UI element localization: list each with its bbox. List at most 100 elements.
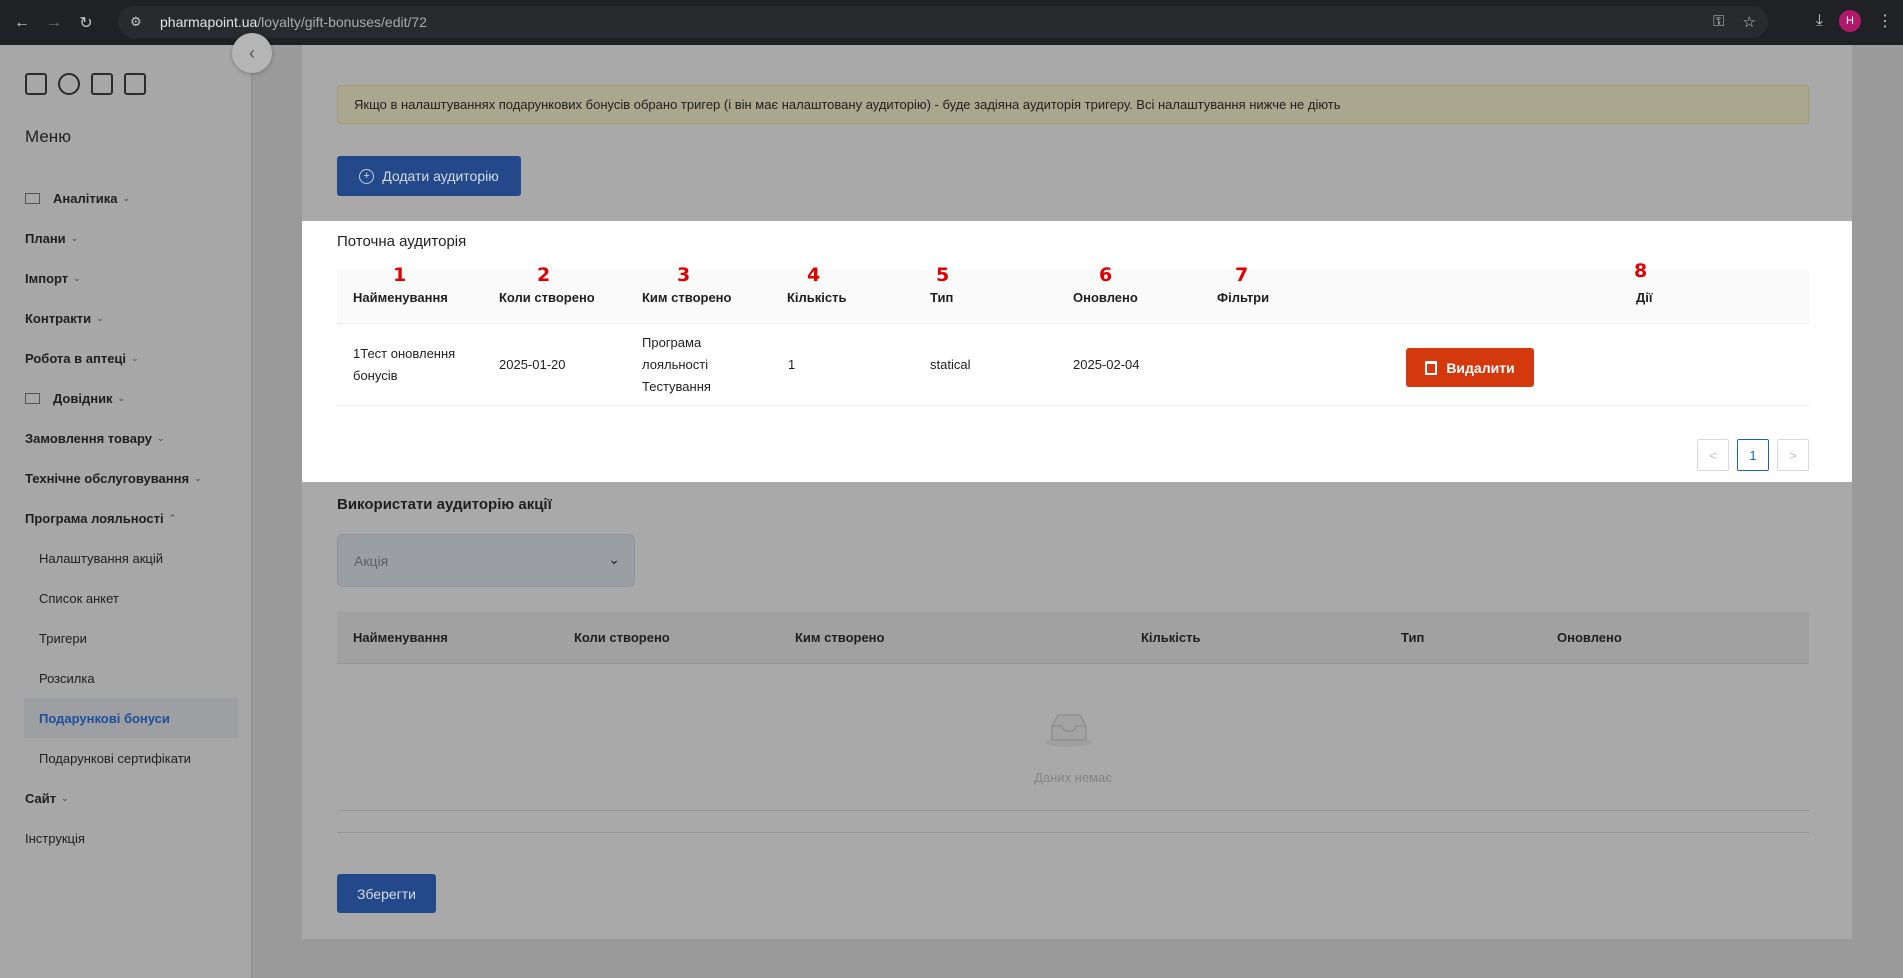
sidebar-item-site[interactable]: Сайт ⌄: [0, 778, 252, 818]
column-header: Коли створено: [574, 630, 670, 645]
sidebar-item-analytics[interactable]: Аналітика ⌄: [0, 178, 252, 218]
cell-text: Тестування: [642, 379, 711, 394]
cell-name: 1Тест оновлення бонусів: [353, 343, 455, 387]
chevron-down-icon: ⌄: [122, 192, 130, 203]
password-key-icon[interactable]: ⚿: [1713, 13, 1724, 31]
empty-inbox-icon: [1045, 714, 1093, 747]
forward-icon[interactable]: →: [44, 14, 64, 32]
promo-audience-table-header: Найменування Коли створено Ким створено …: [337, 611, 1809, 664]
column-number-marker: 4: [807, 264, 821, 286]
sidebar-item-label: Сайт: [25, 790, 57, 806]
pagination-prev-button[interactable]: <: [1697, 439, 1729, 471]
address-bar[interactable]: ⚙ pharmapoint.ua/loyalty/gift-bonuses/ed…: [118, 6, 1768, 38]
column-header-updated: 6 Оновлено: [1073, 264, 1138, 305]
browser-toolbar: ← → ↻ ⚙ pharmapoint.ua/loyalty/gift-bonu…: [0, 0, 1903, 45]
sidebar-item-orders[interactable]: Замовлення товару ⌄: [0, 418, 252, 458]
sidebar-item-label: Інструкція: [25, 830, 85, 846]
sidebar-item-label: Програма лояльності: [25, 510, 164, 526]
book-icon[interactable]: [124, 73, 146, 95]
column-header-label: Найменування: [353, 290, 448, 305]
promo-select[interactable]: Акція ⌄: [337, 534, 635, 587]
column-number-marker: 5: [936, 264, 950, 286]
cell-count: 1: [788, 357, 796, 372]
sidebar-quick-icons: [25, 73, 146, 95]
cell-creator: Програма лояльності Тестування: [642, 332, 711, 398]
chevron-down-icon: ⌄: [157, 432, 165, 443]
sidebar-item-label: Технічне обслуговування: [25, 470, 190, 486]
list-icon: [25, 392, 40, 404]
add-audience-label: Додати аудиторію: [382, 168, 499, 184]
reload-icon[interactable]: ↻: [76, 13, 96, 33]
sidebar-collapse-button[interactable]: ‹: [232, 33, 272, 73]
sidebar-item-label: Робота в аптеці: [25, 350, 127, 366]
empty-state: Даних немає: [337, 664, 1809, 811]
sidebar-subitem-promo-settings[interactable]: Налаштування акцій: [0, 538, 252, 578]
back-icon[interactable]: ←: [12, 14, 32, 32]
column-header-created: 2 Коли створено: [499, 264, 595, 305]
sidebar-item-directory[interactable]: Довідник ⌄: [0, 378, 252, 418]
column-header-label: Ким створено: [642, 290, 732, 305]
sidebar-item-label: Список анкет: [39, 590, 119, 606]
add-audience-button[interactable]: + Додати аудиторію: [337, 156, 521, 196]
cell-updated: 2025-02-04: [1073, 357, 1140, 372]
sidebar-item-maintenance[interactable]: Технічне обслуговування ⌄: [0, 458, 252, 498]
chevron-down-icon: ⌄: [117, 392, 126, 403]
sidebar-item-label: Плани: [25, 230, 66, 246]
current-audience-title: Поточна аудиторія: [337, 233, 467, 250]
column-header-type: 5 Тип: [930, 264, 953, 305]
sidebar-item-loyalty[interactable]: Програма лояльності ⌃: [0, 498, 252, 538]
chevron-down-icon: ⌄: [194, 472, 202, 483]
sidebar-item-pharmacy-work[interactable]: Робота в аптеці ⌄: [0, 338, 252, 378]
column-header-creator: 3 Ким створено: [642, 264, 732, 305]
column-number-marker: 8: [1634, 260, 1648, 282]
cell-text: лояльності: [642, 357, 709, 372]
cell-type: statical: [930, 357, 971, 372]
column-number-marker: 2: [537, 264, 551, 286]
main-content: Якщо в налаштуваннях подарункових бонусі…: [302, 45, 1852, 939]
pie-chart-icon[interactable]: [58, 73, 80, 95]
sidebar-item-contracts[interactable]: Контракти ⌄: [0, 298, 252, 338]
sidebar-subitem-mailing[interactable]: Розсилка: [0, 658, 252, 698]
sidebar-subitem-triggers[interactable]: Тригери: [0, 618, 252, 658]
divider: [337, 832, 1809, 833]
profile-avatar[interactable]: H: [1839, 10, 1861, 32]
sidebar-item-instructions[interactable]: Інструкція: [0, 818, 252, 858]
url-text[interactable]: pharmapoint.ua/loyalty/gift-bonuses/edit…: [160, 14, 427, 30]
download-icon[interactable]: ⤓: [1816, 12, 1823, 30]
delete-label: Видалити: [1446, 359, 1515, 376]
sidebar-item-label: Подарункові сертифікати: [39, 750, 191, 766]
save-button[interactable]: Зберегти: [337, 874, 436, 913]
site-settings-icon[interactable]: ⚙: [130, 14, 152, 30]
sidebar-subitem-surveys[interactable]: Список анкет: [0, 578, 252, 618]
document-icon[interactable]: [91, 73, 113, 95]
url-host: pharmapoint.ua: [160, 14, 258, 30]
column-header: Кількість: [1141, 630, 1201, 645]
delete-button[interactable]: Видалити: [1406, 348, 1534, 387]
pagination-page-1[interactable]: 1: [1737, 439, 1769, 471]
chevron-down-icon: ⌄: [61, 792, 69, 803]
calendar-icon[interactable]: [25, 73, 47, 95]
browser-menu-icon[interactable]: ⋮: [1877, 11, 1893, 31]
sidebar-item-plans[interactable]: Плани ⌄: [0, 218, 252, 258]
column-header: Ким створено: [795, 630, 885, 645]
audience-table-header: 1 Найменування 2 Коли створено 3 Ким створе…: [337, 260, 1809, 324]
sidebar-item-label: Розсилка: [39, 670, 95, 686]
column-header-label: Дії: [1636, 290, 1653, 305]
pagination-next-button[interactable]: >: [1777, 439, 1809, 471]
column-number-marker: 7: [1235, 264, 1249, 286]
pagination: < 1 >: [1697, 439, 1809, 471]
table-icon: [25, 192, 40, 204]
sidebar-subitem-gift-bonuses[interactable]: Подарункові бонуси: [24, 698, 238, 738]
bookmark-star-icon[interactable]: ☆: [1743, 13, 1756, 31]
cell-created: 2025-01-20: [499, 357, 566, 372]
cell-text: Програма: [642, 335, 702, 350]
column-header-count: 4 Кількість: [787, 264, 847, 305]
chevron-left-icon: ‹: [249, 42, 255, 63]
column-header-name: 1 Найменування: [353, 264, 448, 305]
column-header: Найменування: [353, 630, 448, 645]
chevron-down-icon: ⌄: [73, 272, 81, 283]
sidebar-subitem-gift-certificates[interactable]: Подарункові сертифікати: [0, 738, 252, 778]
sidebar-item-import[interactable]: Імпорт ⌄: [0, 258, 252, 298]
sidebar-item-label: Імпорт: [25, 270, 69, 286]
chevron-down-icon: ⌄: [608, 551, 620, 567]
